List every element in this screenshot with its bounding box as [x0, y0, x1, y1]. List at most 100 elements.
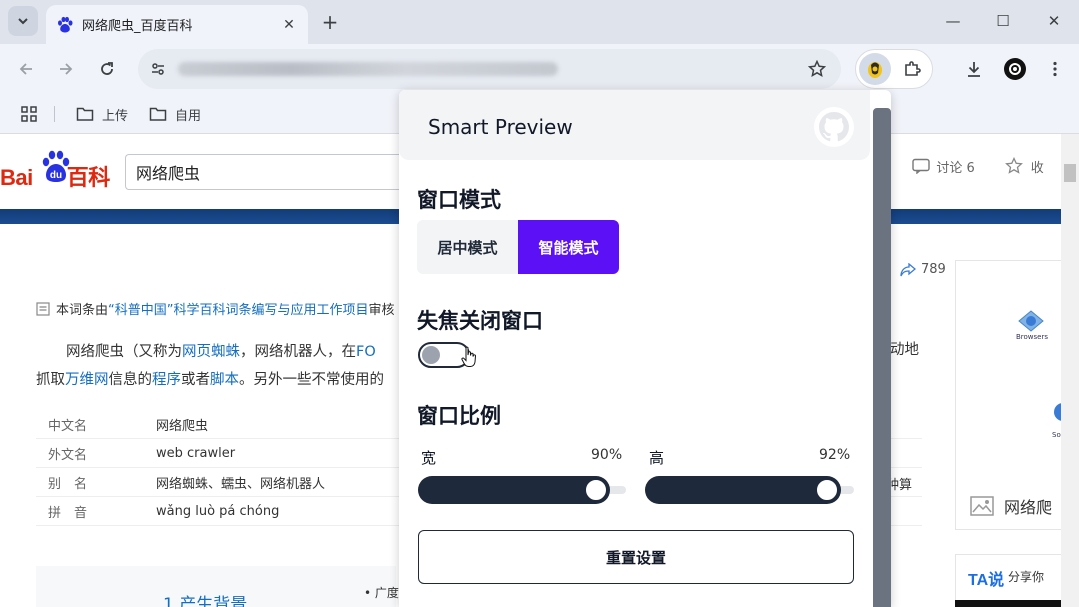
- document-icon: [36, 301, 50, 316]
- image-icon: [970, 496, 994, 516]
- address-bar[interactable]: [138, 49, 841, 89]
- back-button[interactable]: [10, 53, 42, 85]
- maximize-button[interactable]: ☐: [980, 6, 1026, 36]
- folder-icon: [76, 107, 94, 121]
- apps-grid-icon[interactable]: [20, 103, 38, 125]
- discuss-link[interactable]: 讨论 6: [936, 157, 974, 176]
- reload-icon: [101, 62, 113, 75]
- reset-settings-button[interactable]: 重置设置: [418, 530, 854, 584]
- info-prefix: 本词条由: [56, 303, 109, 318]
- tab-search-button[interactable]: [8, 6, 38, 36]
- info-link[interactable]: “科普中国”科学百科词条编写与应用工作项目: [108, 299, 368, 318]
- share-count[interactable]: 789: [900, 262, 946, 277]
- album-caption-text: 网络爬: [1004, 498, 1053, 517]
- table-key: 中文名: [48, 418, 88, 434]
- width-slider-fill: [418, 476, 610, 504]
- width-slider-thumb[interactable]: [583, 478, 608, 502]
- popup-title: Smart Preview: [428, 115, 573, 139]
- bookmarks-divider: [54, 106, 55, 122]
- table-key: 拼 音: [48, 505, 88, 521]
- side-album-card[interactable]: Browsers So: [955, 260, 1066, 530]
- active-tab[interactable]: 网络爬虫_百度百科 ✕: [46, 5, 308, 44]
- bookmark-folder-upload[interactable]: 上传: [76, 103, 128, 125]
- share-icon: [900, 262, 916, 276]
- width-label: 宽: [421, 449, 437, 467]
- review-info: 本词条由 “科普中国”科学百科词条编写与应用工作项目 审核: [36, 299, 395, 318]
- extensions-puzzle-icon[interactable]: [900, 57, 924, 81]
- arrow-left-icon: [19, 63, 32, 75]
- window-mode-title: 窗口模式: [417, 188, 501, 212]
- site-info-button[interactable]: [144, 55, 172, 83]
- url-text-blurred[interactable]: [178, 62, 558, 76]
- para-text: 网络爬虫（又称为: [66, 344, 182, 360]
- collect-link[interactable]: 收: [1031, 157, 1044, 176]
- extension-avatar-icon: [868, 62, 882, 78]
- close-window-button[interactable]: ✕: [1031, 6, 1077, 36]
- extensions-group: [855, 49, 933, 89]
- baidu-paw-icon: [58, 16, 73, 32]
- tab-title: 网络爬虫_百度百科: [82, 19, 193, 34]
- hand-cursor-icon: [461, 346, 477, 367]
- table-key: 外文名: [48, 447, 88, 463]
- para-text: 信息的: [108, 372, 153, 388]
- catalog-box: 1 产生背景: [36, 566, 396, 607]
- para-text-right: 动地: [890, 342, 919, 358]
- forward-button[interactable]: [50, 53, 82, 85]
- page-actions: | 讨论 6 收: [878, 154, 1044, 178]
- catalog-item[interactable]: 1 产生背景: [163, 590, 247, 607]
- toggle-knob: [422, 346, 440, 364]
- profile-avatar-icon[interactable]: [1001, 55, 1029, 83]
- github-icon[interactable]: [813, 106, 855, 148]
- para-text: ，网络机器人，在: [240, 344, 356, 360]
- para-text: 抓取: [36, 372, 65, 388]
- table-value: 网络爬虫: [156, 418, 209, 434]
- album-caption: 网络爬: [970, 494, 1052, 518]
- window-ratio-title: 窗口比例: [417, 404, 501, 428]
- table-key: 别 名: [48, 476, 88, 492]
- table-value: web crawler: [156, 445, 236, 461]
- search-input[interactable]: 网络爬虫: [125, 154, 415, 190]
- para-link[interactable]: 程序: [152, 372, 181, 388]
- bookmark-folder-personal[interactable]: 自用: [149, 103, 201, 125]
- bookmark-label: 自用: [175, 108, 202, 124]
- width-value: 90%: [591, 447, 623, 463]
- para-link[interactable]: 万维网: [65, 372, 109, 388]
- blur-close-title: 失焦关闭窗口: [417, 309, 543, 333]
- para-link[interactable]: 网页蜘蛛: [182, 344, 240, 360]
- download-icon[interactable]: [960, 55, 988, 83]
- smart-preview-popup: Smart Preview 窗口模式 居中模式 智能模式 失焦关闭窗口 窗口比例…: [399, 90, 891, 607]
- ta-card-strip: [955, 600, 1061, 607]
- arrow-right-icon: [60, 63, 73, 75]
- mode-smart-button[interactable]: 智能模式: [518, 220, 619, 274]
- svg-text:du: du: [50, 170, 62, 181]
- page-scrollbar[interactable]: [1061, 134, 1079, 607]
- share-count-value: 789: [921, 262, 946, 277]
- folder-icon: [149, 107, 167, 121]
- tune-icon: [152, 63, 164, 75]
- height-slider-thumb[interactable]: [815, 478, 840, 502]
- info-suffix: 审核: [368, 303, 395, 318]
- para-link[interactable]: 脚本: [210, 372, 239, 388]
- catalog-subitem[interactable]: • 广度: [364, 584, 399, 601]
- ta-logo: TA说: [968, 572, 1005, 589]
- more-menu-icon[interactable]: [1041, 55, 1069, 83]
- height-value: 92%: [819, 447, 851, 463]
- height-slider-fill: [645, 476, 842, 504]
- baidu-baike-logo[interactable]: Bai 百科 du: [0, 150, 118, 190]
- para-text: 或者: [181, 372, 210, 388]
- para-link[interactable]: FO: [356, 344, 376, 360]
- star-icon: [1004, 157, 1023, 174]
- table-value: wǎng luò pá chóng: [156, 503, 280, 519]
- mode-center-button[interactable]: 居中模式: [417, 220, 518, 274]
- ta-text: 分享你: [1008, 570, 1045, 584]
- bookmark-label: 上传: [102, 108, 129, 124]
- new-tab-button[interactable]: +: [316, 8, 344, 36]
- tab-close-icon[interactable]: ✕: [278, 14, 300, 36]
- reload-button[interactable]: [91, 53, 123, 85]
- minimize-button[interactable]: —: [930, 6, 976, 36]
- bookmark-star-icon[interactable]: [805, 57, 829, 81]
- browser-toolbar: [0, 44, 1079, 94]
- page-scrollbar-thumb[interactable]: [1064, 164, 1076, 182]
- popup-scrollbar[interactable]: [873, 108, 891, 607]
- smart-preview-extension-button[interactable]: [859, 53, 891, 85]
